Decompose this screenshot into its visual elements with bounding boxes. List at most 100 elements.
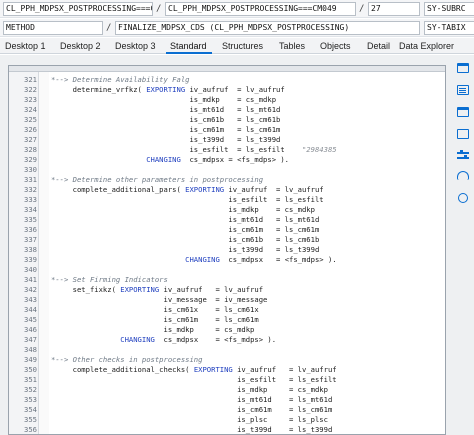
code-line[interactable]: 348 bbox=[9, 345, 445, 355]
line-number: 331 bbox=[24, 175, 37, 184]
code-statement: is_esfilt = ls_esfilt "2984385 bbox=[51, 145, 337, 154]
line-number: 326 bbox=[24, 125, 37, 134]
settings-icon[interactable] bbox=[458, 193, 468, 203]
field-separator: / bbox=[359, 4, 365, 14]
line-number: 333 bbox=[24, 195, 37, 204]
panel-icon[interactable] bbox=[457, 129, 469, 139]
line-number: 350 bbox=[24, 365, 37, 374]
line-number: 338 bbox=[24, 245, 37, 254]
code-line[interactable]: 342 set_fixkz( EXPORTING iv_aufruf = lv_… bbox=[9, 285, 445, 295]
include-field[interactable]: CL_PPH_MDPSX_POSTPROCESSING===CM049 bbox=[165, 2, 356, 16]
line-number: 322 bbox=[24, 85, 37, 94]
event-name-field[interactable]: FINALIZE_MDPSX_CDS (CL_PPH_MDPSX_POSTPRO… bbox=[115, 21, 420, 35]
code-line[interactable]: 324 is_mt61d = ls_mt61d bbox=[9, 105, 445, 115]
code-statement: is_cm61m = ls_cm61m bbox=[51, 315, 259, 324]
source-code-editor[interactable]: 321 *--> Determine Availability Falg 322 d… bbox=[8, 65, 446, 435]
line-number: 321 bbox=[24, 75, 37, 84]
side-toolbar bbox=[452, 63, 474, 233]
code-line[interactable]: 333 is_esfilt = ls_esfilt bbox=[9, 195, 445, 205]
code-statement: determine_vrfkz( EXPORTING iv_aufruf = l… bbox=[51, 85, 285, 94]
code-line[interactable]: 330 bbox=[9, 165, 445, 175]
code-statement: CHANGING cs_mdpsx = <fs_mdps> ). bbox=[146, 155, 290, 164]
tab-desktop-3[interactable]: Desktop 3 bbox=[115, 40, 156, 52]
code-line[interactable]: 331 *--> Determine other parameters in po… bbox=[9, 175, 445, 185]
window-icon[interactable] bbox=[457, 63, 469, 73]
code-line[interactable]: 347 CHANGING cs_mdpsx = <fs_mdps> ). bbox=[9, 335, 445, 345]
tab-data-explorer[interactable]: Data Explorer bbox=[399, 40, 454, 52]
tab-desktop-1[interactable]: Desktop 1 bbox=[5, 40, 46, 52]
code-line[interactable]: 345 is_cm61m = ls_cm61m bbox=[9, 315, 445, 325]
line-number: 324 bbox=[24, 105, 37, 114]
line-number: 343 bbox=[24, 295, 37, 304]
code-line[interactable]: 334 is_mdkp = cs_mdkp bbox=[9, 205, 445, 215]
sysvar-field-1[interactable]: SY-SUBRC bbox=[424, 2, 474, 16]
line-number: 336 bbox=[24, 225, 37, 234]
code-line[interactable]: 327 is_t399d = ls_t399d bbox=[9, 135, 445, 145]
line-number-field[interactable]: 27 bbox=[368, 2, 420, 16]
code-line[interactable]: 339 CHANGING cs_mdpsx = <fs_mdps> ). bbox=[9, 255, 445, 265]
line-number: 344 bbox=[24, 305, 37, 314]
code-statement: iv_message = iv_message bbox=[51, 295, 268, 304]
tab-detail[interactable]: Detail bbox=[367, 40, 390, 52]
code-statement: is_t399d = ls_t399d bbox=[51, 135, 281, 144]
tab-objects[interactable]: Objects bbox=[320, 40, 351, 52]
line-number: 340 bbox=[24, 265, 37, 274]
code-line[interactable]: 344 is_cm61x = ls_cm61x bbox=[9, 305, 445, 315]
tab-structures[interactable]: Structures bbox=[222, 40, 263, 52]
code-comment: *--> Determine other parameters in postp… bbox=[51, 175, 264, 184]
code-line[interactable]: 329 CHANGING cs_mdpsx = <fs_mdps> ). bbox=[9, 155, 445, 165]
program-field[interactable]: CL_PPH_MDPSX_POSTPROCESSING===CP bbox=[3, 2, 153, 16]
code-line[interactable]: 335 is_mt61d = ls_mt61d bbox=[9, 215, 445, 225]
table-icon[interactable] bbox=[457, 107, 469, 117]
code-statement: is_cm61b = ls_cm61b bbox=[51, 235, 320, 244]
code-line[interactable]: 346 is_mdkp = cs_mdkp bbox=[9, 325, 445, 335]
code-statement: is_cm61m = ls_cm61m bbox=[51, 225, 320, 234]
code-line[interactable]: 325 is_cm61b = ls_cm61b bbox=[9, 115, 445, 125]
list-icon[interactable] bbox=[457, 85, 469, 95]
code-line[interactable]: 341 *--> Set Firming Indicators bbox=[9, 275, 445, 285]
line-number: 349 bbox=[24, 355, 37, 364]
code-statement: complete_additional_pars( EXPORTING iv_a… bbox=[51, 185, 324, 194]
slider-icon[interactable] bbox=[457, 149, 469, 161]
tab-tables[interactable]: Tables bbox=[279, 40, 305, 52]
code-line[interactable]: 322 determine_vrfkz( EXPORTING iv_aufruf… bbox=[9, 85, 445, 95]
code-line[interactable]: 323 is_mdkp = cs_mdkp bbox=[9, 95, 445, 105]
line-number: 329 bbox=[24, 155, 37, 164]
headset-icon[interactable] bbox=[457, 171, 469, 180]
code-statement: is_plsc = ls_plsc bbox=[51, 415, 328, 424]
code-statement: is_mt61d = ls_mt61d bbox=[51, 215, 320, 224]
line-number: 337 bbox=[24, 235, 37, 244]
line-number: 356 bbox=[24, 425, 37, 434]
code-line[interactable]: 352 is_mdkp = cs_mdkp bbox=[9, 385, 445, 395]
line-number: 351 bbox=[24, 375, 37, 384]
code-line[interactable]: 351 is_esfilt = ls_esfilt bbox=[9, 375, 445, 385]
tab-standard[interactable]: Standard bbox=[170, 40, 207, 52]
code-comment: *--> Determine Availability Falg bbox=[51, 75, 190, 84]
code-line[interactable]: 321 *--> Determine Availability Falg bbox=[9, 75, 445, 85]
code-line[interactable]: 338 is_t399d = ls_t399d bbox=[9, 245, 445, 255]
code-line[interactable]: 349 *--> Other checks in postprocessing bbox=[9, 355, 445, 365]
code-line[interactable]: 355 is_plsc = ls_plsc bbox=[9, 415, 445, 425]
code-line[interactable]: 332 complete_additional_pars( EXPORTING … bbox=[9, 185, 445, 195]
code-statement: is_cm61m = ls_cm61m bbox=[51, 125, 281, 134]
line-number: 354 bbox=[24, 405, 37, 414]
code-line[interactable]: 350 complete_additional_checks( EXPORTIN… bbox=[9, 365, 445, 375]
desktop-tab-bar: Desktop 1 Desktop 2 Desktop 3 Standard S… bbox=[0, 38, 474, 54]
field-separator: / bbox=[156, 4, 162, 14]
code-line[interactable]: 326 is_cm61m = ls_cm61m bbox=[9, 125, 445, 135]
code-line[interactable]: 337 is_cm61b = ls_cm61b bbox=[9, 235, 445, 245]
tab-desktop-2[interactable]: Desktop 2 bbox=[60, 40, 101, 52]
code-line[interactable]: 328 is_esfilt = ls_esfilt "2984385 bbox=[9, 145, 445, 155]
line-number: 352 bbox=[24, 385, 37, 394]
code-line[interactable]: 343 iv_message = iv_message bbox=[9, 295, 445, 305]
code-line[interactable]: 354 is_cm61m = ls_cm61m bbox=[9, 405, 445, 415]
code-statement: is_mt61d = ls_mt61d bbox=[51, 105, 281, 114]
sysvar-field-2[interactable]: SY-TABIX bbox=[424, 21, 474, 35]
debugger-field-row-2: METHOD / FINALIZE_MDPSX_CDS (CL_PPH_MDPS… bbox=[0, 19, 474, 37]
code-line[interactable]: 340 bbox=[9, 265, 445, 275]
code-line[interactable]: 353 is_mt61d = ls_mt61d bbox=[9, 395, 445, 405]
editor-header-bar bbox=[9, 66, 445, 72]
event-type-field[interactable]: METHOD bbox=[3, 21, 103, 35]
code-line[interactable]: 356 is_t399d = ls_t399d bbox=[9, 425, 445, 434]
code-line[interactable]: 336 is_cm61m = ls_cm61m bbox=[9, 225, 445, 235]
